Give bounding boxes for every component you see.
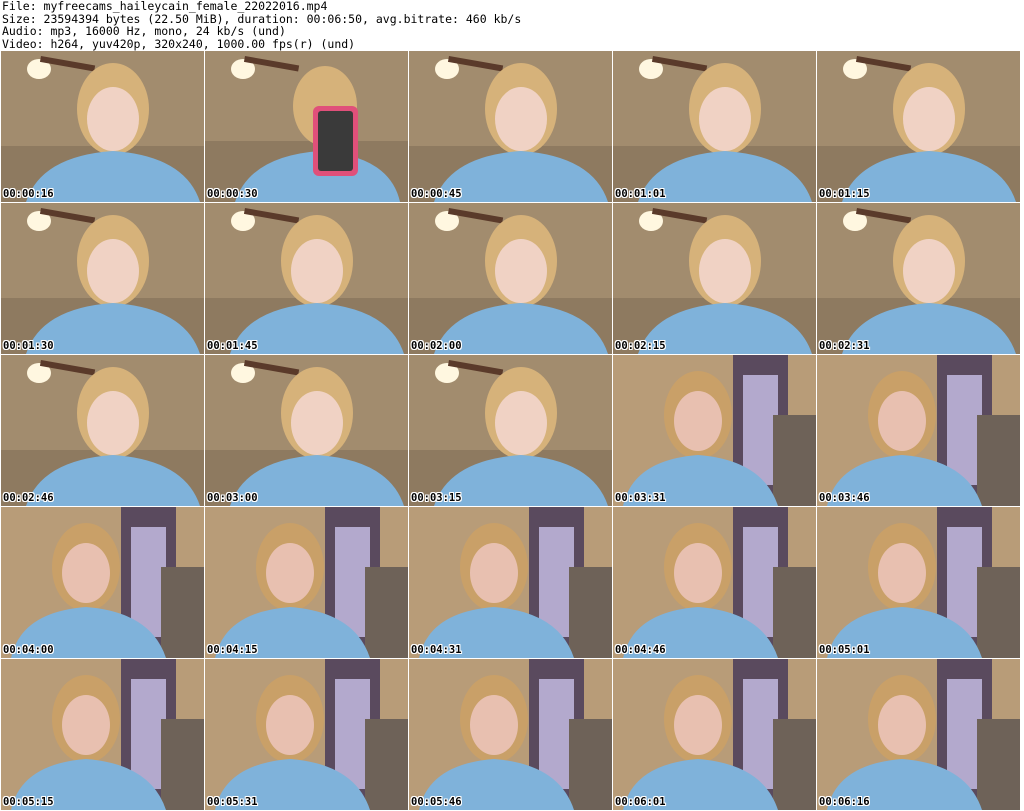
video-thumbnail: 00:04:15 [205,507,408,658]
thumbnail-timestamp: 00:04:15 [207,644,258,656]
video-thumbnail: 00:05:31 [205,659,408,810]
video-thumbnail: 00:04:46 [613,507,816,658]
thumbnail-timestamp: 00:06:01 [615,796,666,808]
thumbnail-frame-image [613,507,816,658]
video-info-line: Video: h264, yuv420p, 320x240, 1000.00 f… [2,36,356,51]
thumbnail-frame-image [613,659,816,810]
thumbnail-timestamp: 00:00:30 [207,188,258,200]
thumbnail-frame-image [205,659,408,810]
thumbnail-frame-image [613,355,816,506]
thumbnail-frame-image [817,51,1020,202]
thumbnail-timestamp: 00:02:31 [819,340,870,352]
thumbnail-timestamp: 00:05:15 [3,796,54,808]
video-thumbnail: 00:00:45 [409,51,612,202]
video-thumbnail: 00:05:15 [1,659,204,810]
thumbnail-frame-image [205,507,408,658]
file-name-line: File: myfreecams_haileycain_female_22022… [2,0,328,13]
thumbnail-frame-image [1,355,204,506]
video-thumbnail: 00:06:01 [613,659,816,810]
thumbnail-grid: 00:00:16 00:00:30 00:00:45 00:01:01 00:0… [1,51,1020,810]
thumbnail-timestamp: 00:03:15 [411,492,462,504]
video-thumbnail: 00:03:31 [613,355,816,506]
thumbnail-frame-image [1,507,204,658]
video-thumbnail: 00:03:00 [205,355,408,506]
video-thumbnail: 00:01:30 [1,203,204,354]
video-thumbnail: 00:02:15 [613,203,816,354]
thumbnail-frame-image [1,51,204,202]
video-thumbnail: 00:04:00 [1,507,204,658]
thumbnail-timestamp: 00:01:30 [3,340,54,352]
thumbnail-timestamp: 00:01:01 [615,188,666,200]
video-thumbnail: 00:02:31 [817,203,1020,354]
thumbnail-frame-image [817,203,1020,354]
thumbnail-frame-image [205,51,408,202]
thumbnail-frame-image [205,203,408,354]
thumbnail-timestamp: 00:04:46 [615,644,666,656]
thumbnail-timestamp: 00:02:15 [615,340,666,352]
thumbnail-frame-image [613,203,816,354]
thumbnail-timestamp: 00:02:00 [411,340,462,352]
thumbnail-frame-image [1,659,204,810]
thumbnail-timestamp: 00:03:31 [615,492,666,504]
thumbnail-timestamp: 00:03:46 [819,492,870,504]
thumbnail-frame-image [409,659,612,810]
video-thumbnail: 00:00:30 [205,51,408,202]
thumbnail-timestamp: 00:01:15 [819,188,870,200]
thumbnail-timestamp: 00:01:45 [207,340,258,352]
video-thumbnail: 00:00:16 [1,51,204,202]
thumbnail-frame-image [205,355,408,506]
thumbnail-timestamp: 00:04:31 [411,644,462,656]
thumbnail-timestamp: 00:04:00 [3,644,54,656]
thumbnail-timestamp: 00:00:45 [411,188,462,200]
thumbnail-frame-image [613,51,816,202]
thumbnail-timestamp: 00:05:31 [207,796,258,808]
thumbnail-timestamp: 00:06:16 [819,796,870,808]
audio-info-line: Audio: mp3, 16000 Hz, mono, 24 kb/s (und… [2,24,286,38]
thumbnail-frame-image [817,355,1020,506]
video-thumbnail: 00:01:15 [817,51,1020,202]
thumbnail-frame-image [817,507,1020,658]
video-thumbnail: 00:02:00 [409,203,612,354]
video-thumbnail: 00:02:46 [1,355,204,506]
thumbnail-timestamp: 00:02:46 [3,492,54,504]
thumbnail-frame-image [409,51,612,202]
thumbnail-frame-image [409,507,612,658]
video-thumbnail: 00:01:01 [613,51,816,202]
thumbnail-frame-image [409,203,612,354]
video-thumbnail: 00:01:45 [205,203,408,354]
thumbnail-timestamp: 00:05:46 [411,796,462,808]
thumbnail-timestamp: 00:00:16 [3,188,54,200]
file-info-header: File: myfreecams_haileycain_female_22022… [2,0,1022,50]
video-thumbnail: 00:03:15 [409,355,612,506]
thumbnail-frame-image [1,203,204,354]
video-thumbnail: 00:03:46 [817,355,1020,506]
thumbnail-frame-image [817,659,1020,810]
thumbnail-timestamp: 00:03:00 [207,492,258,504]
video-thumbnail: 00:05:01 [817,507,1020,658]
thumbnail-timestamp: 00:05:01 [819,644,870,656]
video-thumbnail: 00:05:46 [409,659,612,810]
video-thumbnail: 00:06:16 [817,659,1020,810]
video-thumbnail: 00:04:31 [409,507,612,658]
thumbnail-frame-image [409,355,612,506]
